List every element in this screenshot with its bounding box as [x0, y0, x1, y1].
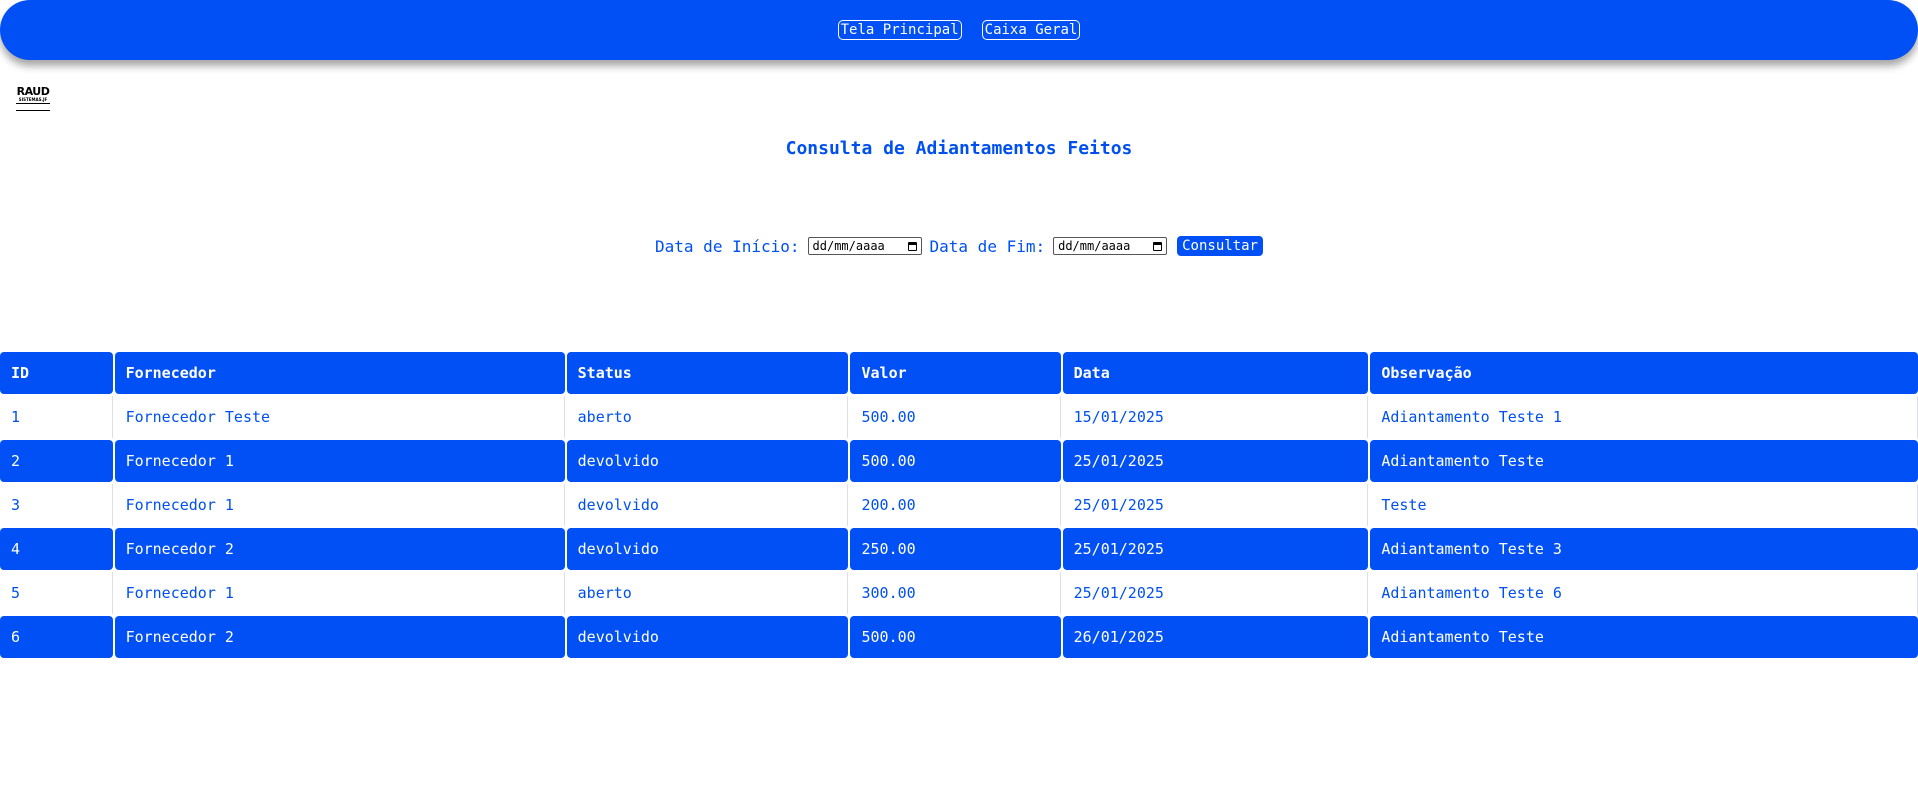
cell-observacao: Adiantamento Teste 1	[1370, 396, 1918, 438]
cell-status: devolvido	[566, 484, 849, 526]
header-id: ID	[0, 352, 113, 394]
table-row: 4 Fornecedor 2 devolvido 250.00 25/01/20…	[0, 528, 1918, 570]
cell-id: 2	[0, 440, 113, 482]
cell-valor: 250.00	[850, 528, 1061, 570]
calendar-icon[interactable]	[1153, 241, 1163, 251]
header-observacao: Observação	[1370, 352, 1918, 394]
cell-fornecedor: Fornecedor 1	[114, 440, 565, 482]
logo-subtext: SISTEMAS.JF	[18, 97, 48, 102]
cell-status: devolvido	[566, 440, 849, 482]
cell-observacao: Adiantamento Teste 3	[1370, 528, 1918, 570]
header-status: Status	[566, 352, 849, 394]
advances-table: ID Fornecedor Status Valor Data Observaç…	[0, 352, 1918, 660]
end-date-label: Data de Fim:	[929, 236, 1046, 256]
cell-observacao: Adiantamento Teste 6	[1370, 572, 1918, 614]
cell-fornecedor: Fornecedor 1	[114, 572, 565, 614]
table-row: 5 Fornecedor 1 aberto 300.00 25/01/2025 …	[0, 572, 1918, 614]
calendar-icon[interactable]	[907, 241, 917, 251]
cell-data: 26/01/2025	[1062, 616, 1369, 658]
end-date-placeholder: dd/mm/aaaa	[1058, 239, 1131, 253]
cell-status: aberto	[566, 396, 849, 438]
tela-principal-button[interactable]: Tela Principal	[837, 20, 962, 40]
start-date-label: Data de Início:	[655, 236, 800, 256]
cell-id: 1	[0, 396, 113, 438]
cell-valor: 200.00	[850, 484, 1061, 526]
cell-data: 15/01/2025	[1062, 396, 1369, 438]
table-row: 6 Fornecedor 2 devolvido 500.00 26/01/20…	[0, 616, 1918, 658]
logo-lines	[16, 103, 50, 111]
header-fornecedor: Fornecedor	[114, 352, 565, 394]
cell-status: devolvido	[566, 616, 849, 658]
logo: RAUD SISTEMAS.JF	[16, 86, 50, 112]
header-valor: Valor	[850, 352, 1061, 394]
cell-id: 3	[0, 484, 113, 526]
page-title: Consulta de Adiantamentos Feitos	[785, 138, 1133, 159]
top-nav-bar: Tela Principal Caixa Geral	[0, 0, 1918, 60]
cell-id: 6	[0, 616, 113, 658]
caixa-geral-button[interactable]: Caixa Geral	[981, 20, 1081, 40]
cell-fornecedor: Fornecedor 2	[114, 528, 565, 570]
cell-valor: 300.00	[850, 572, 1061, 614]
cell-id: 5	[0, 572, 113, 614]
cell-observacao: Adiantamento Teste	[1370, 440, 1918, 482]
cell-valor: 500.00	[850, 616, 1061, 658]
cell-id: 4	[0, 528, 113, 570]
table-header-row: ID Fornecedor Status Valor Data Observaç…	[0, 352, 1918, 394]
cell-data: 25/01/2025	[1062, 572, 1369, 614]
table-row: 3 Fornecedor 1 devolvido 200.00 25/01/20…	[0, 484, 1918, 526]
cell-valor: 500.00	[850, 396, 1061, 438]
table-row: 1 Fornecedor Teste aberto 500.00 15/01/2…	[0, 396, 1918, 438]
header-data: Data	[1062, 352, 1369, 394]
cell-fornecedor: Fornecedor 2	[114, 616, 565, 658]
end-date-input[interactable]: dd/mm/aaaa	[1053, 237, 1168, 255]
start-date-placeholder: dd/mm/aaaa	[812, 239, 885, 253]
cell-data: 25/01/2025	[1062, 440, 1369, 482]
date-filter-form: Data de Início: dd/mm/aaaa Data de Fim: …	[0, 236, 1918, 256]
consultar-button[interactable]: Consultar	[1177, 236, 1263, 256]
cell-status: devolvido	[566, 528, 849, 570]
cell-data: 25/01/2025	[1062, 528, 1369, 570]
cell-fornecedor: Fornecedor Teste	[114, 396, 565, 438]
logo-text: RAUD	[16, 85, 50, 98]
cell-data: 25/01/2025	[1062, 484, 1369, 526]
cell-valor: 500.00	[850, 440, 1061, 482]
cell-fornecedor: Fornecedor 1	[114, 484, 565, 526]
cell-observacao: Teste	[1370, 484, 1918, 526]
cell-status: aberto	[566, 572, 849, 614]
table-row: 2 Fornecedor 1 devolvido 500.00 25/01/20…	[0, 440, 1918, 482]
start-date-input[interactable]: dd/mm/aaaa	[807, 237, 922, 255]
cell-observacao: Adiantamento Teste	[1370, 616, 1918, 658]
